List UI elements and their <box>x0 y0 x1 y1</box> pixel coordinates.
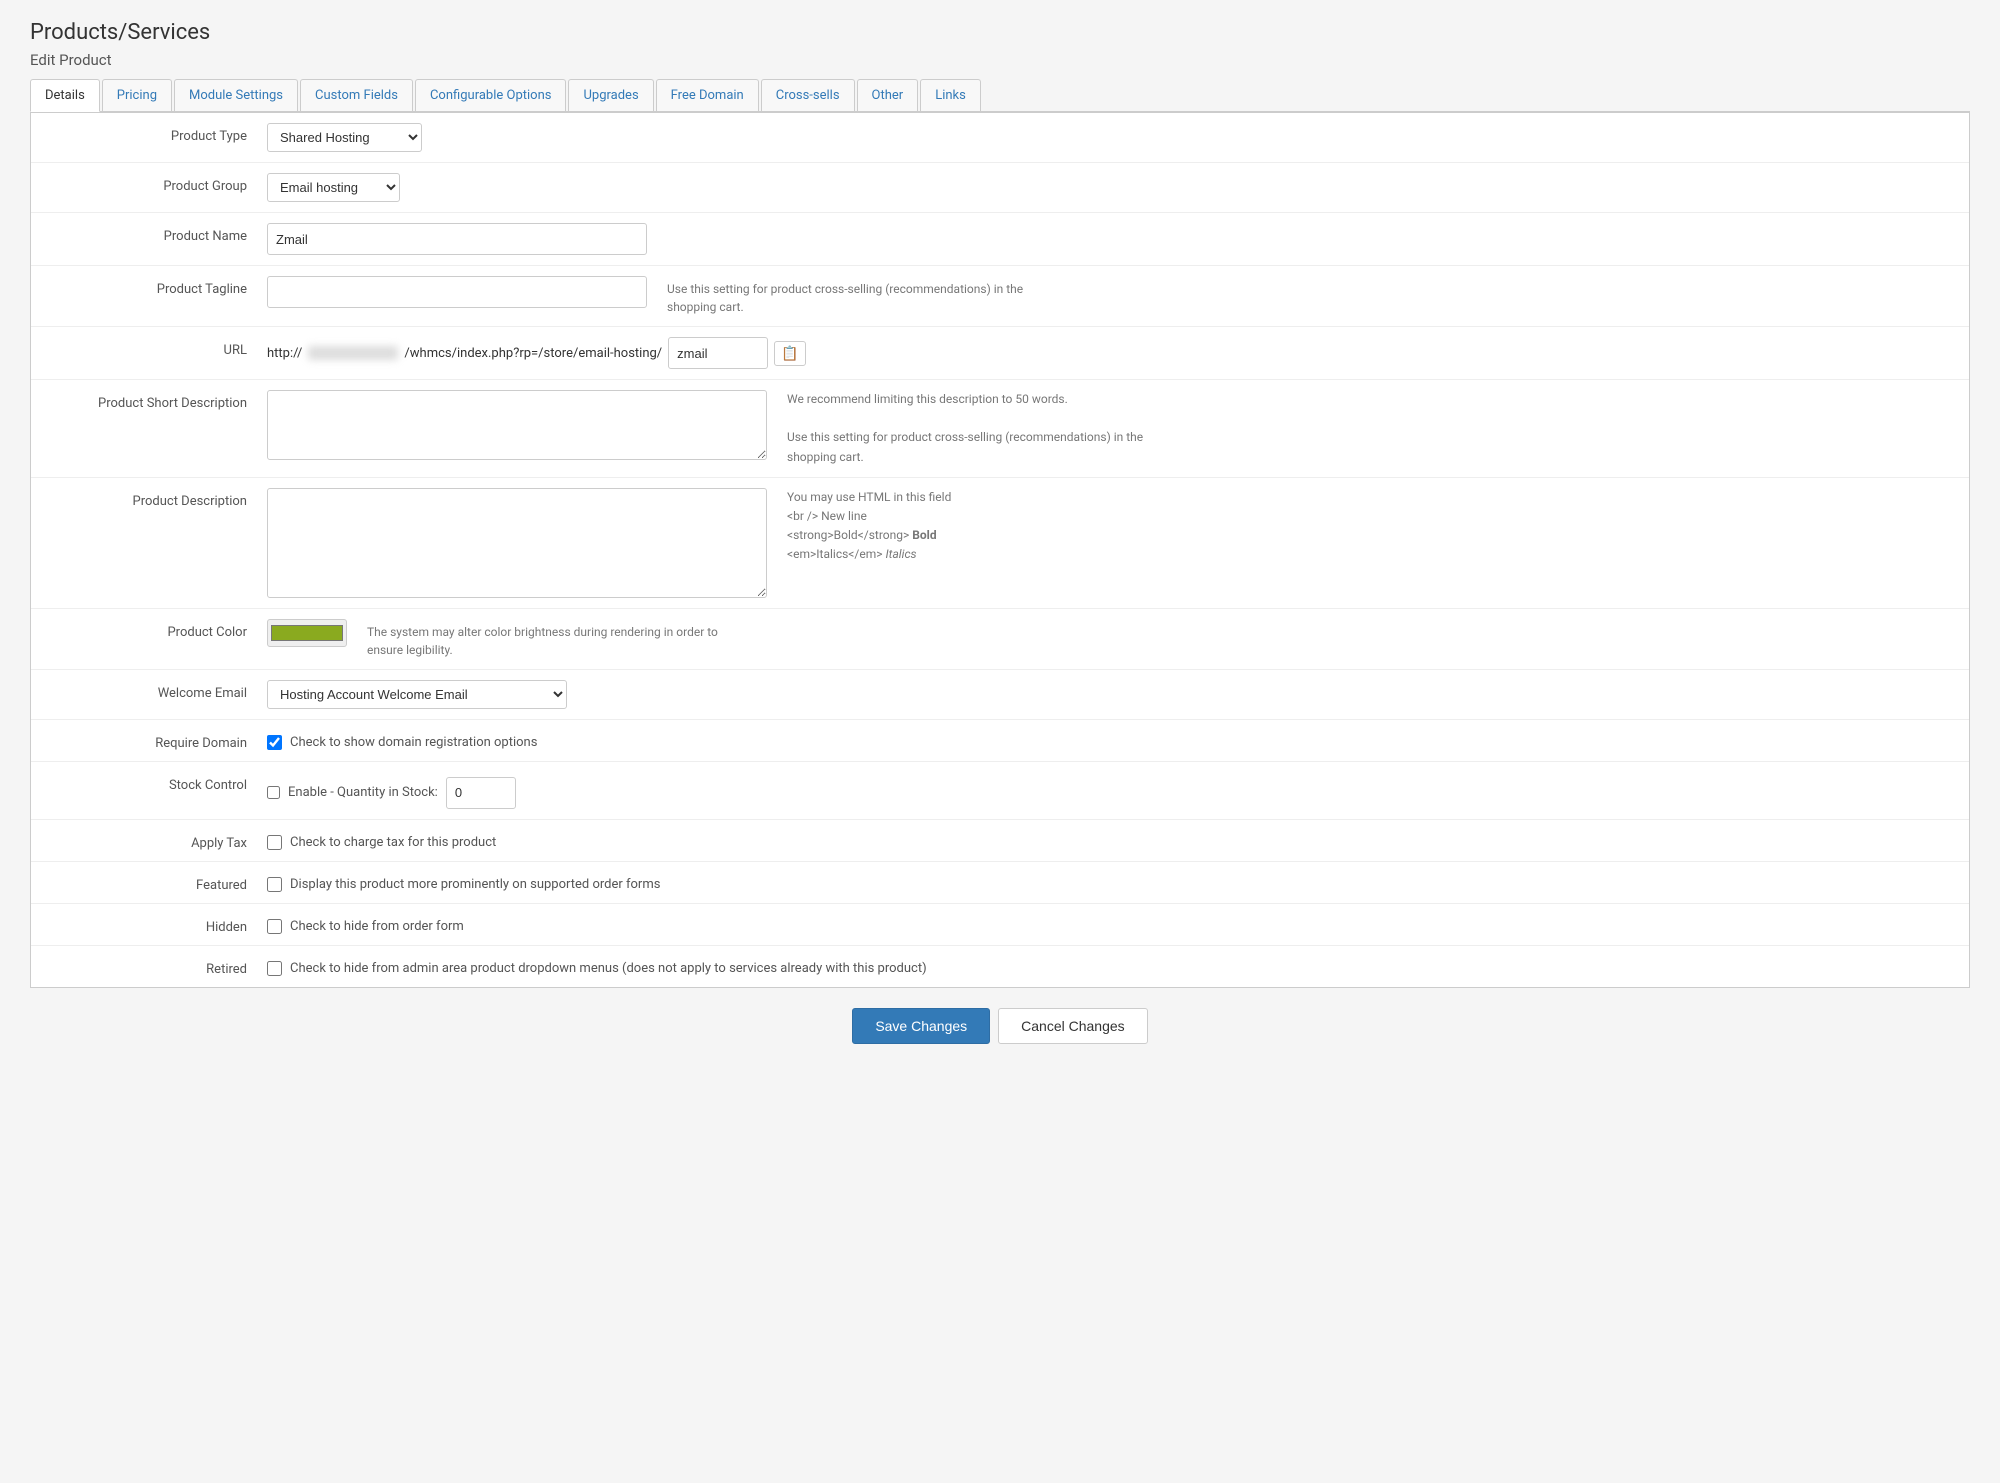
require-domain-label: Require Domain <box>47 730 267 751</box>
short-desc-row: Product Short Description We recommend l… <box>31 380 1969 478</box>
product-name-row: Product Name <box>31 213 1969 266</box>
product-type-label: Product Type <box>47 123 267 144</box>
product-tagline-input[interactable] <box>267 276 647 308</box>
apply-tax-row: Apply Tax Check to charge tax for this p… <box>31 820 1969 862</box>
require-domain-text: Check to show domain registration option… <box>290 735 537 750</box>
stock-control-label: Stock Control <box>47 772 267 793</box>
stock-quantity-input[interactable] <box>446 777 516 809</box>
product-group-label: Product Group <box>47 173 267 194</box>
product-color-label: Product Color <box>47 619 267 640</box>
product-desc-label: Product Description <box>47 488 267 509</box>
url-slug-input[interactable] <box>668 337 768 369</box>
require-domain-checkbox[interactable] <box>267 735 282 750</box>
tab-bar: Details Pricing Module Settings Custom F… <box>30 79 1970 112</box>
page-subtitle: Edit Product <box>30 51 1970 69</box>
welcome-email-select[interactable]: Hosting Account Welcome Email None Defau… <box>267 680 567 709</box>
apply-tax-text: Check to charge tax for this product <box>290 835 496 850</box>
retired-text: Check to hide from admin area product dr… <box>290 961 927 976</box>
product-desc-row: Product Description You may use HTML in … <box>31 478 1969 609</box>
apply-tax-label: Apply Tax <box>47 830 267 851</box>
product-name-label: Product Name <box>47 223 267 244</box>
short-desc-label: Product Short Description <box>47 390 267 411</box>
hidden-row: Hidden Check to hide from order form <box>31 904 1969 946</box>
product-group-row: Product Group Email hosting Web Hosting … <box>31 163 1969 213</box>
hidden-label: Hidden <box>47 914 267 935</box>
retired-label: Retired <box>47 956 267 977</box>
details-panel: Product Type Shared Hosting Reseller Hos… <box>30 112 1970 988</box>
url-prefix: http:// <box>267 346 302 361</box>
tab-free-domain[interactable]: Free Domain <box>656 79 759 111</box>
product-tagline-hint: Use this setting for product cross-selli… <box>667 276 1047 316</box>
hidden-checkbox[interactable] <box>267 919 282 934</box>
featured-text: Display this product more prominently on… <box>290 877 660 892</box>
retired-row: Retired Check to hide from admin area pr… <box>31 946 1969 987</box>
product-color-hint: The system may alter color brightness du… <box>367 619 747 659</box>
tab-pricing[interactable]: Pricing <box>102 79 172 111</box>
url-row: URL http:// /whmcs/index.php?rp=/store/e… <box>31 327 1969 380</box>
tab-configurable-options[interactable]: Configurable Options <box>415 79 567 111</box>
tab-cross-sells[interactable]: Cross-sells <box>761 79 855 111</box>
product-color-input[interactable] <box>267 619 347 647</box>
url-middle: /whmcs/index.php?rp=/store/email-hosting… <box>404 346 662 361</box>
featured-checkbox[interactable] <box>267 877 282 892</box>
require-domain-row: Require Domain Check to show domain regi… <box>31 720 1969 762</box>
product-tagline-label: Product Tagline <box>47 276 267 297</box>
product-type-row: Product Type Shared Hosting Reseller Hos… <box>31 113 1969 163</box>
tab-details[interactable]: Details <box>30 79 100 112</box>
short-desc-hint: We recommend limiting this description t… <box>787 390 1167 467</box>
product-desc-hint: You may use HTML in this field <br /> Ne… <box>787 488 951 565</box>
product-tagline-row: Product Tagline Use this setting for pro… <box>31 266 1969 327</box>
save-button[interactable]: Save Changes <box>852 1008 990 1044</box>
url-copy-button[interactable]: 📋 <box>774 341 805 366</box>
hidden-text: Check to hide from order form <box>290 919 464 934</box>
cancel-button[interactable]: Cancel Changes <box>998 1008 1148 1044</box>
product-name-input[interactable] <box>267 223 647 255</box>
tab-module-settings[interactable]: Module Settings <box>174 79 298 111</box>
stock-control-text: Enable - Quantity in Stock: <box>288 785 438 800</box>
tab-custom-fields[interactable]: Custom Fields <box>300 79 413 111</box>
stock-control-row: Stock Control Enable - Quantity in Stock… <box>31 762 1969 820</box>
page-title: Products/Services <box>30 20 1970 45</box>
stock-control-checkbox[interactable] <box>267 786 280 799</box>
footer-buttons: Save Changes Cancel Changes <box>30 988 1970 1064</box>
apply-tax-checkbox[interactable] <box>267 835 282 850</box>
url-blurred-domain <box>308 346 398 360</box>
welcome-email-row: Welcome Email Hosting Account Welcome Em… <box>31 670 1969 720</box>
product-type-select[interactable]: Shared Hosting Reseller Hosting VPS Dedi… <box>267 123 422 152</box>
url-label: URL <box>47 337 267 358</box>
product-group-select[interactable]: Email hosting Web Hosting VPS Hosting <box>267 173 400 202</box>
short-desc-textarea[interactable] <box>267 390 767 460</box>
product-desc-textarea[interactable] <box>267 488 767 598</box>
tab-other[interactable]: Other <box>857 79 919 111</box>
featured-label: Featured <box>47 872 267 893</box>
retired-checkbox[interactable] <box>267 961 282 976</box>
tab-links[interactable]: Links <box>920 79 981 111</box>
featured-row: Featured Display this product more promi… <box>31 862 1969 904</box>
product-color-row: Product Color The system may alter color… <box>31 609 1969 670</box>
welcome-email-label: Welcome Email <box>47 680 267 701</box>
tab-upgrades[interactable]: Upgrades <box>568 79 653 111</box>
